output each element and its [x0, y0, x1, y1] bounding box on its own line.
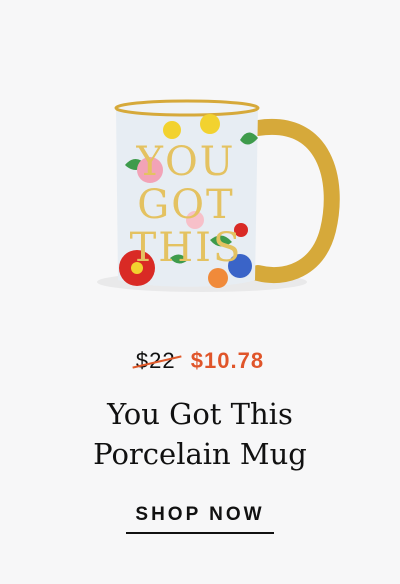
price-row: $22 $10.78 — [0, 348, 400, 374]
mug-text-line-1: YOU — [136, 139, 236, 185]
product-card[interactable]: YOU GOT THIS $22 $10.78 You Got This Por… — [0, 0, 400, 584]
product-title[interactable]: You Got This Porcelain Mug — [0, 394, 400, 474]
product-title-line-2: Porcelain Mug — [93, 437, 307, 471]
mug-text-line-2: GOT — [137, 182, 234, 228]
shop-now-link[interactable]: SHOP NOW — [126, 504, 274, 534]
sale-price: $10.78 — [190, 348, 265, 373]
mug-text-line-3: THIS — [130, 225, 243, 271]
product-image[interactable]: YOU GOT THIS — [90, 70, 340, 310]
product-title-line-1: You Got This — [107, 397, 293, 431]
original-price: $22 — [132, 348, 182, 374]
